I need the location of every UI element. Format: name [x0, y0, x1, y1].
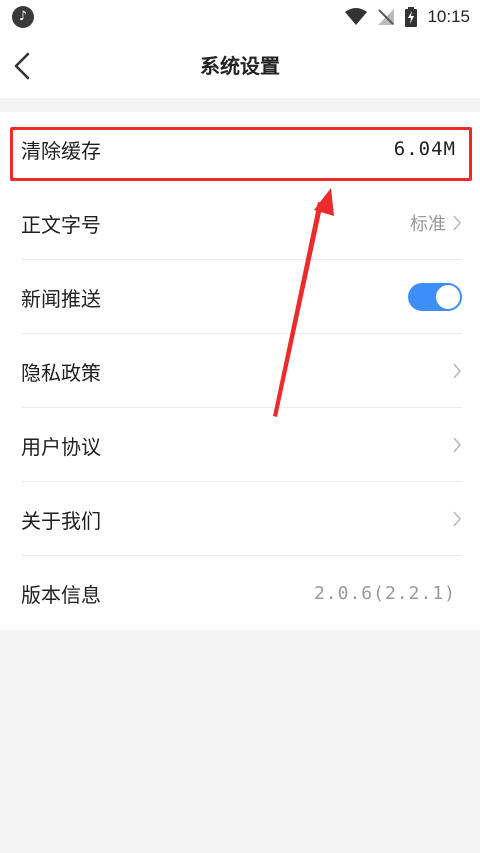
about-us-label: 关于我们	[21, 508, 101, 533]
music-note-icon: ♪	[12, 6, 34, 28]
settings-row-user-agreement[interactable]: 用户协议	[0, 408, 480, 482]
user-agreement-label: 用户协议	[21, 434, 101, 459]
cache-size-value: 6.04M	[393, 138, 456, 160]
chevron-right-icon	[453, 511, 462, 527]
chevron-right-icon	[453, 363, 462, 379]
settings-row-clear-cache[interactable]: 清除缓存 6.04M	[0, 112, 480, 186]
status-icons: 10:15	[345, 0, 470, 34]
page-title: 系统设置	[200, 54, 280, 78]
privacy-label: 隐私政策	[21, 360, 101, 385]
news-push-label: 新闻推送	[21, 286, 101, 311]
status-time: 10:15	[427, 7, 470, 26]
settings-row-news-push: 新闻推送	[0, 260, 480, 334]
no-signal-icon	[378, 9, 395, 25]
version-value: 2.0.6(2.2.1)	[313, 582, 456, 604]
toggle-knob	[436, 285, 460, 309]
version-label: 版本信息	[21, 582, 101, 607]
wifi-icon	[345, 8, 368, 25]
news-push-toggle[interactable]	[408, 283, 462, 311]
chevron-right-icon	[453, 215, 462, 231]
settings-row-font-size[interactable]: 正文字号 标准	[0, 186, 480, 260]
battery-charging-icon	[405, 7, 418, 27]
settings-row-about-us[interactable]: 关于我们	[0, 482, 480, 556]
clear-cache-label: 清除缓存	[21, 138, 101, 163]
settings-row-privacy[interactable]: 隐私政策	[0, 334, 480, 408]
chevron-right-icon	[453, 437, 462, 453]
status-bar: ♪ 10:15	[0, 0, 480, 34]
settings-row-version: 版本信息 2.0.6(2.2.1)	[0, 556, 480, 630]
settings-list: 清除缓存 6.04M 正文字号 标准 新闻推送 隐私政策 用户协议 关于我们 版…	[0, 112, 480, 630]
top-nav-bar: 系统设置	[0, 34, 480, 98]
font-size-label: 正文字号	[21, 212, 101, 237]
font-size-value: 标准	[410, 214, 446, 235]
